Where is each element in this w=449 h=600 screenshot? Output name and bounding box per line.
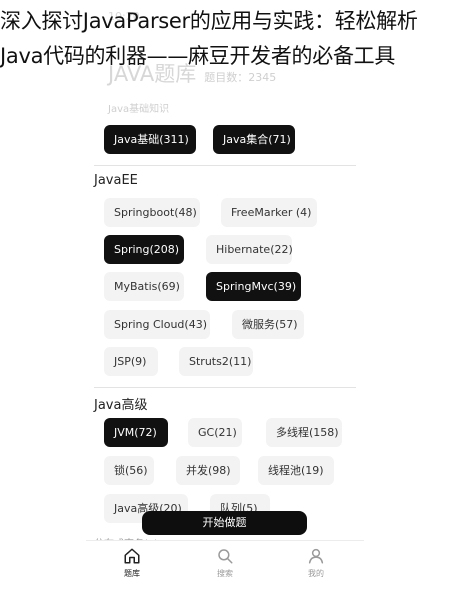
chip-jvm[interactable]: JVM(72) [104,418,168,447]
chip-gc[interactable]: GC(21) [188,418,242,447]
divider [94,165,356,166]
chip-thread-pool[interactable]: 线程池(19) [258,456,334,485]
divider [94,387,356,388]
bottom-nav: 题库 搜索 我的 [86,540,364,600]
chip-concurrency[interactable]: 并发(98) [176,456,240,485]
chip-struts2[interactable]: Struts2(11) [179,347,253,376]
chip-springboot[interactable]: Springboot(48) [104,198,200,227]
section-title-java-advanced: Java高级 [94,398,148,413]
chip-spring[interactable]: Spring(208) [104,235,184,264]
chip-springmvc[interactable]: SpringMvc(39) [206,272,301,301]
start-practice-button[interactable]: 开始做题 [142,511,307,535]
chip-microservices[interactable]: 微服务(57) [232,310,304,339]
app-screen: 10:20 JAVA题库 题目数：2345 Java基础知识 Java基础(311… [86,0,364,600]
chip-freemarker[interactable]: FreeMarker (4) [221,198,317,227]
chip-mybatis[interactable]: MyBatis(69) [104,272,184,301]
chip-hibernate[interactable]: Hibernate(22) [206,235,293,264]
nav-item-profile[interactable]: 我的 [286,547,346,579]
nav-label-profile: 我的 [308,569,324,578]
nav-item-search[interactable]: 搜索 [195,547,255,579]
chip-jsp[interactable]: JSP(9) [104,347,158,376]
nav-item-home[interactable]: 题库 [102,547,162,579]
section-title-javaee: JavaEE [94,173,138,188]
search-icon [218,549,233,564]
nav-label-home: 题库 [124,569,140,578]
user-icon [308,548,324,564]
nav-label-search: 搜索 [217,569,233,578]
chip-locks[interactable]: 锁(56) [104,456,154,485]
chip-java-collections[interactable]: Java集合(71) [213,125,295,154]
app-subheader: Java基础知识 [108,104,170,115]
chip-spring-cloud[interactable]: Spring Cloud(43) [104,310,210,339]
chip-java-basics[interactable]: Java基础(311) [104,125,196,154]
home-icon [124,548,140,564]
article-title: 深入探讨JavaParser的应用与实践：轻松解析Java代码的利器——麻豆开发… [0,9,418,68]
chip-multithreading[interactable]: 多线程(158) [266,418,342,447]
